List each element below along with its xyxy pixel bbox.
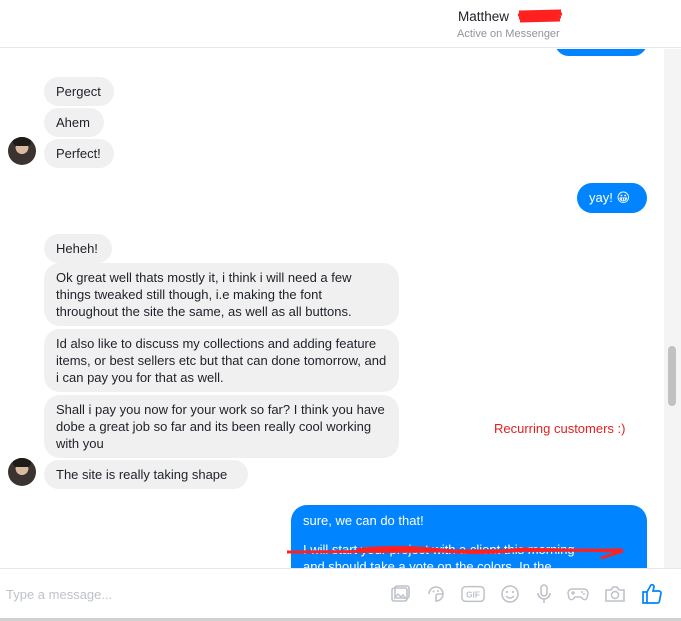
message-bubble-incoming: Ahem <box>44 108 104 137</box>
contact-avatar[interactable] <box>8 458 36 486</box>
contact-avatar[interactable] <box>8 137 36 165</box>
message-input[interactable] <box>6 581 366 607</box>
active-status: Active on Messenger <box>457 28 560 40</box>
microphone-icon[interactable] <box>532 582 556 606</box>
redaction-scribble <box>287 546 624 560</box>
message-thread[interactable]: Pergect Ahem Perfect! yay! 😀 Heheh! Ok g… <box>0 49 664 568</box>
sticker-icon[interactable] <box>424 582 448 606</box>
contact-name[interactable]: Matthew <box>458 9 509 24</box>
composer: GIF <box>0 568 681 621</box>
thumbs-up-icon[interactable] <box>640 582 664 606</box>
message-line: sure, we can do that! <box>303 513 424 528</box>
message-bubble-incoming: Ok great well thats mostly it, i think i… <box>44 263 399 326</box>
message-bubble-incoming: Perfect! <box>44 139 114 168</box>
message-bubble-incoming: Shall i pay you now for your work so far… <box>44 395 399 458</box>
conversation-header: Matthew Active on Messenger <box>0 0 681 48</box>
image-icon[interactable] <box>388 582 412 606</box>
message-bubble-incoming: Id also like to discuss my collections a… <box>44 329 399 392</box>
camera-icon[interactable] <box>603 582 627 606</box>
svg-text:GIF: GIF <box>466 590 480 600</box>
message-bubble-outgoing-partial <box>555 49 647 56</box>
game-controller-icon[interactable] <box>566 582 590 606</box>
message-bubble-incoming: Heheh! <box>44 234 112 263</box>
redaction-scribble <box>517 9 563 23</box>
gif-icon[interactable]: GIF <box>461 582 485 606</box>
scrollbar-thumb[interactable] <box>668 346 676 406</box>
message-bubble-incoming: Pergect <box>44 77 114 106</box>
message-bubble-outgoing: yay! 😀 <box>577 183 647 213</box>
message-bubble-incoming: The site is really taking shape <box>44 460 248 489</box>
scrollbar[interactable] <box>664 49 681 568</box>
emoji-icon[interactable] <box>498 582 522 606</box>
annotation-text: Recurring customers :) <box>494 421 626 436</box>
